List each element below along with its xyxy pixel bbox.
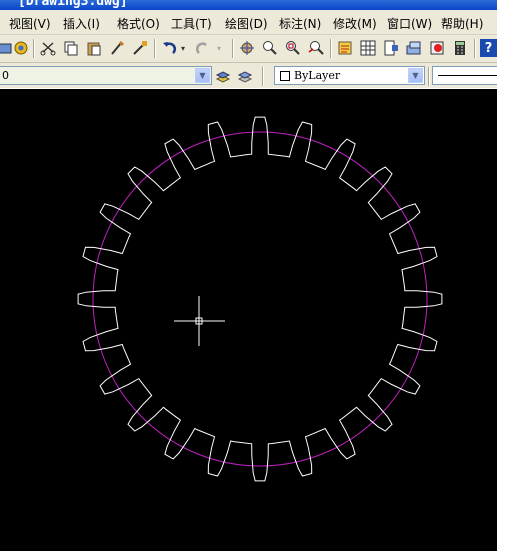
window-edge xyxy=(497,0,512,551)
publish-icon[interactable] xyxy=(12,39,30,57)
match-properties-icon[interactable] xyxy=(108,39,126,57)
sheet-set-icon[interactable] xyxy=(405,39,423,57)
color-swatch xyxy=(280,71,290,81)
layers-toolbar: 0 ▼ ByLayer ▼ xyxy=(0,63,502,88)
crosshair-cursor xyxy=(174,296,225,346)
block-editor-icon[interactable] xyxy=(131,39,149,57)
menu-modify[interactable]: 修改(M) xyxy=(333,15,377,32)
chevron-down-icon[interactable]: ▼ xyxy=(195,68,210,83)
zoom-window-icon[interactable] xyxy=(284,39,302,57)
toolbar-separator xyxy=(33,39,34,58)
linetype-control-dropdown[interactable] xyxy=(432,66,502,85)
menu-draw[interactable]: 绘图(D) xyxy=(225,15,268,32)
menu-tools[interactable]: 工具(T) xyxy=(171,15,212,32)
menu-format[interactable]: 格式(O) xyxy=(117,15,160,32)
menu-view[interactable]: 视图(V) xyxy=(9,15,51,32)
design-center-icon[interactable] xyxy=(359,39,377,57)
paste-icon[interactable] xyxy=(85,39,103,57)
zoom-previous-icon[interactable] xyxy=(307,39,325,57)
toolbar-separator xyxy=(262,67,263,86)
color-control-dropdown[interactable]: ByLayer ▼ xyxy=(274,66,425,85)
undo-dropdown-icon[interactable]: ▾ xyxy=(178,39,188,57)
quickcalc-icon[interactable] xyxy=(451,39,469,57)
toolbar-separator xyxy=(330,39,331,58)
standard-toolbar: ▾ ▾ ? xyxy=(0,35,497,63)
color-value: ByLayer xyxy=(294,69,341,82)
cut-icon[interactable] xyxy=(39,39,57,57)
menu-help[interactable]: 帮助(H) xyxy=(441,15,483,32)
gear-outline[interactable] xyxy=(77,116,443,482)
zoom-realtime-icon[interactable] xyxy=(261,39,279,57)
undo-icon[interactable] xyxy=(160,39,178,57)
redo-dropdown-icon[interactable]: ▾ xyxy=(214,39,224,57)
menu-dimension[interactable]: 标注(N) xyxy=(279,15,321,32)
toolbar-separator xyxy=(232,39,233,58)
menu-window[interactable]: 窗口(W) xyxy=(387,15,432,32)
copy-icon[interactable] xyxy=(62,39,80,57)
menu-insert[interactable]: 插入(I) xyxy=(63,15,100,32)
drawing-canvas[interactable] xyxy=(0,89,497,551)
title-bar: [Drawing3.dwg] xyxy=(0,0,497,10)
make-layer-current-icon[interactable] xyxy=(214,67,232,85)
drawing-area[interactable] xyxy=(0,89,497,551)
toolbar-separator xyxy=(428,67,429,86)
pitch-circle[interactable] xyxy=(92,131,428,467)
layer-previous-icon[interactable] xyxy=(236,67,254,85)
pan-icon[interactable] xyxy=(238,39,256,57)
redo-icon[interactable] xyxy=(194,39,212,57)
linetype-preview xyxy=(438,75,498,76)
window-title: [Drawing3.dwg] xyxy=(18,0,128,9)
menu-bar: 视图(V) 插入(I) 格式(O) 工具(T) 绘图(D) 标注(N) 修改(M… xyxy=(0,10,497,35)
toolbar-separator xyxy=(154,39,155,58)
markup-icon[interactable] xyxy=(428,39,446,57)
layer-name: 0 xyxy=(2,69,9,82)
properties-icon[interactable] xyxy=(336,39,354,57)
help-icon[interactable]: ? xyxy=(480,39,497,57)
chevron-down-icon[interactable]: ▼ xyxy=(408,68,423,83)
toolbar-separator xyxy=(474,39,475,58)
tool-palettes-icon[interactable] xyxy=(382,39,400,57)
layer-dropdown[interactable]: 0 ▼ xyxy=(0,66,212,85)
